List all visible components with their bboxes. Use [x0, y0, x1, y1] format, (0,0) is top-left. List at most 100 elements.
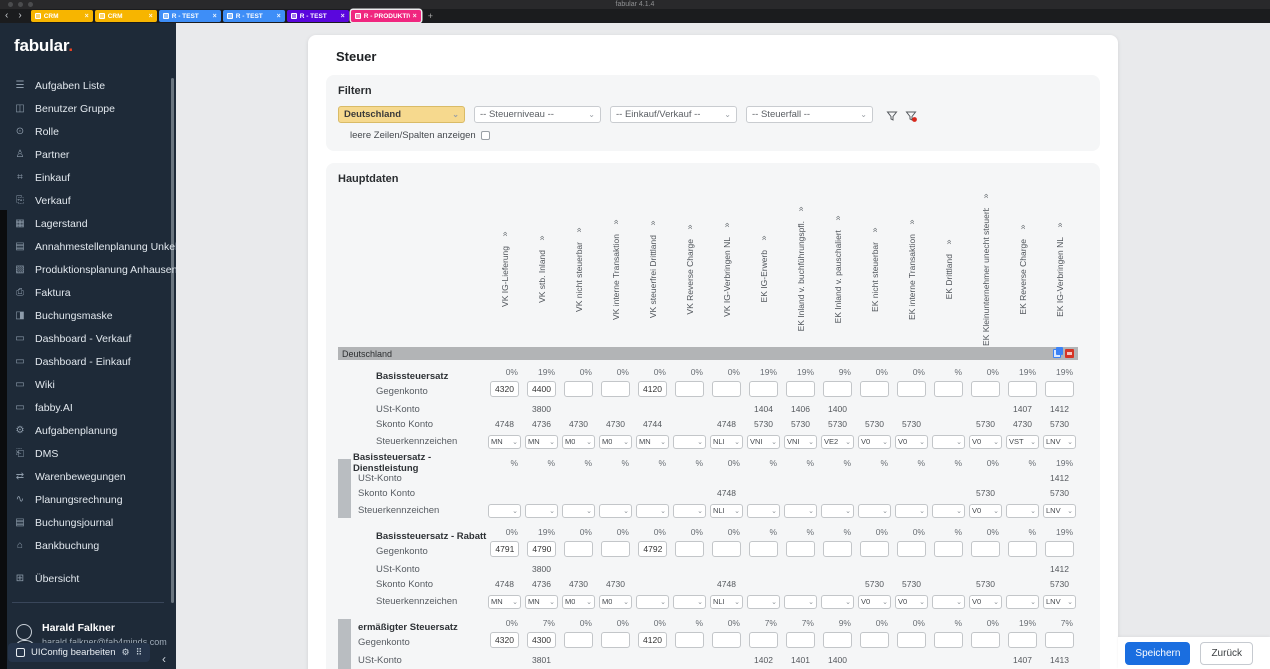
- gegenkonto-input[interactable]: [897, 541, 927, 557]
- steuerkennzeichen-select[interactable]: VNI ⌄: [747, 434, 780, 449]
- steuerkennzeichen-select[interactable]: ⌄: [1006, 594, 1039, 609]
- gegenkonto-input[interactable]: [675, 632, 704, 648]
- tab-r-test[interactable]: R - TEST ×: [222, 10, 285, 22]
- gegenkonto-input[interactable]: [860, 632, 889, 648]
- steuerkennzeichen-select[interactable]: ⌄: [636, 503, 669, 518]
- gegenkonto-input[interactable]: [490, 541, 520, 557]
- steuerkennzeichen-select[interactable]: ⌄: [1006, 503, 1039, 518]
- sidebar-item-wiki[interactable]: ▭ Wiki: [0, 373, 176, 396]
- gegenkonto-input[interactable]: [786, 541, 816, 557]
- steuerkennzeichen-select[interactable]: ⌄: [784, 594, 817, 609]
- column-header-vk-nicht-steuerbar[interactable]: » VK nicht steuerbar: [560, 189, 597, 347]
- sidebar-item-produktionsplanung-anhausen[interactable]: ▧ Produktionsplanung Anhausen: [0, 258, 177, 281]
- gegenkonto-input[interactable]: [490, 632, 519, 648]
- sidebar-item-dms[interactable]: ⎗ DMS: [0, 442, 176, 465]
- gegenkonto-input[interactable]: [860, 381, 889, 397]
- sidebar-item-lagerstand[interactable]: ▦ Lagerstand: [0, 212, 176, 235]
- gear-icon[interactable]: ⚙: [122, 647, 130, 658]
- gegenkonto-input[interactable]: [971, 632, 1000, 648]
- gegenkonto-input[interactable]: [934, 541, 964, 557]
- steuerkennzeichen-select[interactable]: V0 ⌄: [969, 434, 1002, 449]
- gegenkonto-input[interactable]: [934, 381, 963, 397]
- column-header-ek-drittland[interactable]: » EK Drittland: [930, 189, 967, 347]
- column-header-vk-steuerfrei-drittland[interactable]: » VK steuerfrei Drittland: [634, 189, 671, 347]
- gegenkonto-input[interactable]: [971, 541, 1001, 557]
- gegenkonto-input[interactable]: [601, 381, 630, 397]
- gegenkonto-input[interactable]: [564, 541, 594, 557]
- gegenkonto-input[interactable]: [897, 632, 926, 648]
- group-drag-handle[interactable]: [338, 459, 351, 518]
- steuerkennzeichen-select[interactable]: ⌄: [932, 503, 965, 518]
- back-button-footer[interactable]: Zurück: [1200, 641, 1253, 665]
- new-tab-button[interactable]: +: [423, 11, 438, 21]
- tab-crm[interactable]: CRM ×: [94, 10, 157, 22]
- steuerkennzeichen-select[interactable]: ⌄: [747, 503, 780, 518]
- gegenkonto-input[interactable]: [712, 632, 741, 648]
- sidebar-collapse-icon[interactable]: ‹: [162, 652, 166, 666]
- gegenkonto-input[interactable]: [860, 541, 890, 557]
- sidebar-item-dashboard-verkauf[interactable]: ▭ Dashboard - Verkauf: [0, 327, 176, 350]
- steuerkennzeichen-select[interactable]: ⌄: [747, 594, 780, 609]
- filter-icon[interactable]: [886, 109, 898, 121]
- steuerkennzeichen-select[interactable]: LNV ⌄: [1043, 503, 1076, 518]
- sidebar-item-annahmestellenplanung-unkel[interactable]: ▤ Annahmestellenplanung Unkel: [0, 235, 177, 258]
- steuerkennzeichen-select[interactable]: M0 ⌄: [562, 594, 595, 609]
- filter-clear-icon[interactable]: [905, 109, 917, 122]
- sidebar-item-fabby-ai[interactable]: ▭ fabby.AI: [0, 396, 176, 419]
- sidebar-item-bankbuchung[interactable]: ⌂ Bankbuchung: [0, 534, 176, 557]
- steuerkennzeichen-select[interactable]: LNV ⌄: [1043, 594, 1076, 609]
- gegenkonto-input[interactable]: [638, 541, 668, 557]
- sidebar-item-planungsrechnung[interactable]: ∿ Planungsrechnung: [0, 488, 176, 511]
- steuerkennzeichen-select[interactable]: ⌄: [932, 434, 965, 449]
- gegenkonto-input[interactable]: [786, 632, 815, 648]
- column-header-ek-ig-erwerb[interactable]: » EK IG-Erwerb: [745, 189, 782, 347]
- steuerkennzeichen-select[interactable]: LNV ⌄: [1043, 434, 1076, 449]
- steuerkennzeichen-select[interactable]: M0 ⌄: [562, 434, 595, 449]
- steuerkennzeichen-select[interactable]: ⌄: [525, 503, 558, 518]
- delete-icon[interactable]: [1065, 349, 1074, 358]
- tax-case-select[interactable]: -- Steuerfall -- ⌄: [746, 106, 873, 123]
- gegenkonto-input[interactable]: [601, 632, 630, 648]
- gegenkonto-input[interactable]: [712, 381, 741, 397]
- show-empty-checkbox[interactable]: [480, 131, 490, 140]
- gegenkonto-input[interactable]: [490, 381, 519, 397]
- steuerkennzeichen-select[interactable]: VST ⌄: [1006, 434, 1039, 449]
- steuerkennzeichen-select[interactable]: M0 ⌄: [599, 434, 632, 449]
- back-button[interactable]: ‹: [0, 10, 13, 22]
- tab-close-icon[interactable]: ×: [341, 13, 345, 20]
- gegenkonto-input[interactable]: [527, 632, 556, 648]
- steuerkennzeichen-select[interactable]: NLI ⌄: [710, 434, 743, 449]
- sidebar-scrollbar[interactable]: [171, 78, 174, 603]
- gegenkonto-input[interactable]: [675, 381, 704, 397]
- tab-close-icon[interactable]: ×: [85, 13, 89, 20]
- tab-close-icon[interactable]: ×: [413, 13, 417, 20]
- steuerkennzeichen-select[interactable]: ⌄: [821, 503, 854, 518]
- steuerkennzeichen-select[interactable]: NLI ⌄: [710, 503, 743, 518]
- gegenkonto-input[interactable]: [749, 632, 778, 648]
- column-header-vk-stb-inland[interactable]: » VK stb. Inland: [523, 189, 560, 347]
- gegenkonto-input[interactable]: [1008, 632, 1037, 648]
- drag-handle-icon[interactable]: ⠿: [136, 647, 143, 658]
- steuerkennzeichen-select[interactable]: MN ⌄: [525, 434, 558, 449]
- steuerkennzeichen-select[interactable]: MN ⌄: [488, 594, 521, 609]
- column-header-vk-interne-transaktion[interactable]: » VK interne Transaktion: [597, 189, 634, 347]
- tax-level-select[interactable]: -- Steuerniveau -- ⌄: [474, 106, 601, 123]
- sidebar-item-einkauf[interactable]: ⌗ Einkauf: [0, 166, 176, 189]
- steuerkennzeichen-select[interactable]: V0 ⌄: [895, 434, 928, 449]
- group-drag-handle[interactable]: [338, 619, 351, 669]
- steuerkennzeichen-select[interactable]: ⌄: [895, 503, 928, 518]
- tab-r-test[interactable]: R - TEST ×: [286, 10, 349, 22]
- maximize-window-icon[interactable]: [28, 2, 33, 7]
- tab-r-test[interactable]: R - TEST ×: [158, 10, 221, 22]
- minimize-window-icon[interactable]: [18, 2, 23, 7]
- sidebar-item-benutzer-gruppe[interactable]: ◫ Benutzer Gruppe: [0, 97, 176, 120]
- region-header[interactable]: Deutschland: [338, 347, 1078, 360]
- gegenkonto-input[interactable]: [527, 381, 556, 397]
- sidebar-item-rolle[interactable]: ⊙ Rolle: [0, 120, 176, 143]
- steuerkennzeichen-select[interactable]: ⌄: [636, 594, 669, 609]
- steuerkennzeichen-select[interactable]: ⌄: [784, 503, 817, 518]
- gegenkonto-input[interactable]: [971, 381, 1000, 397]
- country-select[interactable]: Deutschland ⌄: [338, 106, 465, 123]
- steuerkennzeichen-select[interactable]: ⌄: [673, 594, 706, 609]
- steuerkennzeichen-select[interactable]: MN ⌄: [525, 594, 558, 609]
